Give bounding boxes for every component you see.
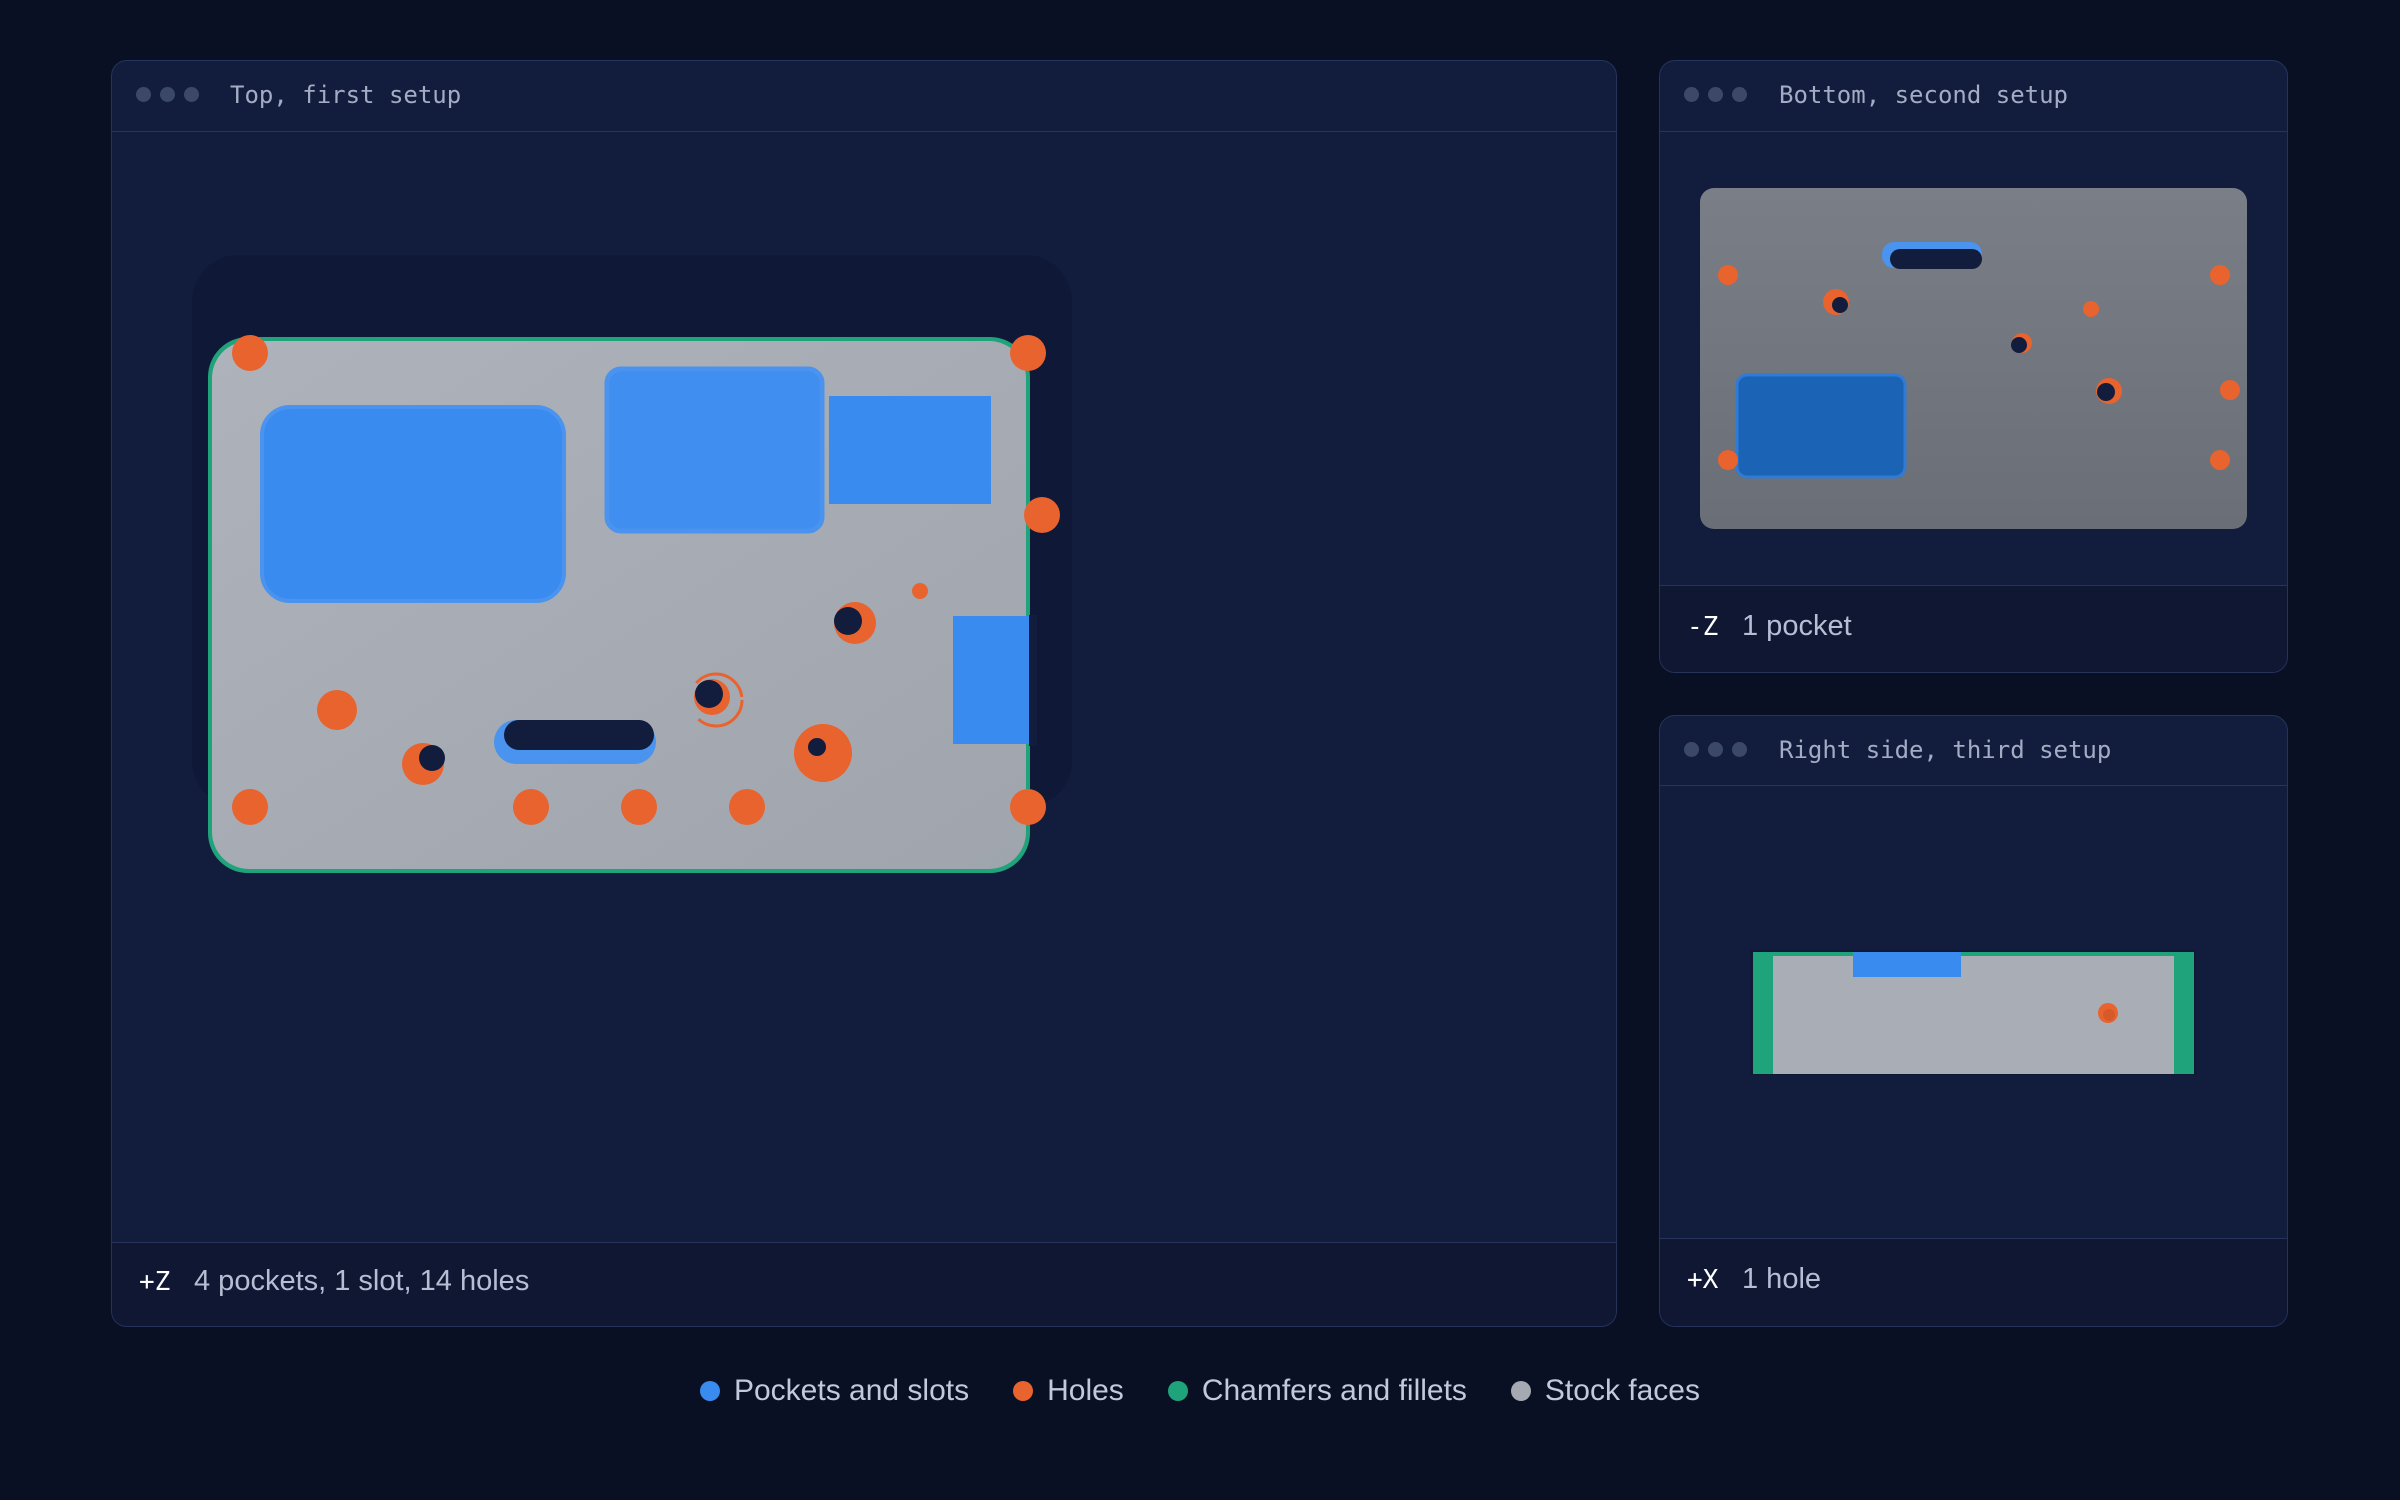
hole xyxy=(621,789,657,825)
chamfer-right xyxy=(2174,952,2194,1074)
hole xyxy=(232,335,268,371)
hole xyxy=(232,789,268,825)
edge-notch-pocket xyxy=(953,616,1033,744)
pocket-mid xyxy=(607,369,822,531)
window-dot xyxy=(160,87,175,102)
part-bottom-view xyxy=(1700,188,2247,529)
hole xyxy=(1718,265,1738,285)
hole-bore xyxy=(834,607,862,635)
axis-label: +X xyxy=(1687,1265,1719,1295)
hole xyxy=(513,789,549,825)
panel-footer: +Z 4 pockets, 1 slot, 14 holes xyxy=(112,1242,1616,1326)
legend-item-stock: Stock faces xyxy=(1510,1374,1700,1408)
hole xyxy=(729,789,765,825)
window-dot xyxy=(1732,742,1747,757)
pocket-right xyxy=(829,396,991,504)
viewport-bottom[interactable] xyxy=(1660,132,2287,586)
viewport-right[interactable] xyxy=(1660,786,2287,1240)
legend-swatch xyxy=(1167,1381,1188,1401)
hole-bore xyxy=(2097,383,2115,401)
legend-label: Holes xyxy=(1047,1374,1124,1407)
legend-label: Chamfers and fillets xyxy=(1201,1374,1467,1407)
hole xyxy=(1718,450,1738,470)
window-dot xyxy=(184,87,199,102)
window-dots xyxy=(1684,87,1747,102)
panel-header: Top, first setup xyxy=(112,61,1616,132)
hole-bore xyxy=(419,745,445,771)
legend-label: Pockets and slots xyxy=(733,1374,970,1407)
chamfer-top-edge xyxy=(1753,952,2194,956)
panel-header: Right side, third setup xyxy=(1660,716,2287,786)
panel-title: Top, first setup xyxy=(230,81,462,109)
panel-footer: -Z 1 pocket xyxy=(1660,585,2287,672)
axis-label: -Z xyxy=(1687,612,1719,642)
viewport-top[interactable] xyxy=(112,132,1616,1302)
feature-summary: 1 pocket xyxy=(1742,610,1852,642)
legend-swatch xyxy=(1510,1381,1531,1401)
pocket-large xyxy=(262,407,564,601)
window-dot xyxy=(1708,87,1723,102)
window-dot xyxy=(1684,87,1699,102)
hole xyxy=(2210,450,2230,470)
slot-floor xyxy=(1890,249,1982,269)
hole xyxy=(1024,497,1060,533)
window-dot xyxy=(1732,87,1747,102)
top-view-panel[interactable]: Top, first setup +Z 4 pockets, 1 slot, 1… xyxy=(111,60,1617,1327)
axis-label: +Z xyxy=(139,1267,171,1297)
chamfer-left xyxy=(1753,952,1773,1074)
feature-summary: 1 hole xyxy=(1742,1263,1822,1295)
hole xyxy=(1010,335,1046,371)
notch-gap xyxy=(1029,615,1037,746)
hole xyxy=(1010,789,1046,825)
hole xyxy=(2220,380,2240,400)
right-view-panel[interactable]: Right side, third setup +X 1 hole xyxy=(1659,715,2288,1327)
hole-bore xyxy=(808,738,826,756)
legend: Pockets and slots Holes Chamfers and fil… xyxy=(0,1374,2400,1408)
hole-bore xyxy=(2011,337,2027,353)
window-dot xyxy=(1708,742,1723,757)
legend-item-holes: Holes xyxy=(1013,1374,1124,1408)
legend-swatch xyxy=(699,1381,720,1401)
part-top-view xyxy=(192,255,1072,873)
legend-item-chamfers: Chamfers and fillets xyxy=(1167,1374,1467,1408)
slot-floor xyxy=(504,720,654,750)
stock-side-face xyxy=(1753,952,2194,1074)
feature-summary: 4 pockets, 1 slot, 14 holes xyxy=(194,1265,530,1297)
pocket-profile xyxy=(1853,952,1961,977)
pocket-bottom xyxy=(1737,375,1905,477)
part-side-view xyxy=(1750,950,2196,1075)
hole-bore xyxy=(2103,1009,2115,1021)
window-dots xyxy=(1684,742,1747,757)
window-dot xyxy=(1684,742,1699,757)
hole xyxy=(317,690,357,730)
hole xyxy=(2210,265,2230,285)
panel-header: Bottom, second setup xyxy=(1660,61,2287,132)
bottom-view-panel[interactable]: Bottom, second setup -Z 1 pocket xyxy=(1659,60,2288,673)
panel-title: Right side, third setup xyxy=(1779,736,2112,764)
window-dot xyxy=(136,87,151,102)
panel-footer: +X 1 hole xyxy=(1660,1238,2287,1326)
hole xyxy=(2083,301,2099,317)
panel-title: Bottom, second setup xyxy=(1779,81,2068,109)
hole-bore xyxy=(695,680,723,708)
legend-item-pockets: Pockets and slots xyxy=(699,1374,970,1408)
hole xyxy=(912,583,928,599)
hole-bore xyxy=(1832,297,1848,313)
legend-swatch xyxy=(1013,1381,1034,1401)
window-dots xyxy=(136,87,199,102)
legend-label: Stock faces xyxy=(1544,1374,1700,1407)
